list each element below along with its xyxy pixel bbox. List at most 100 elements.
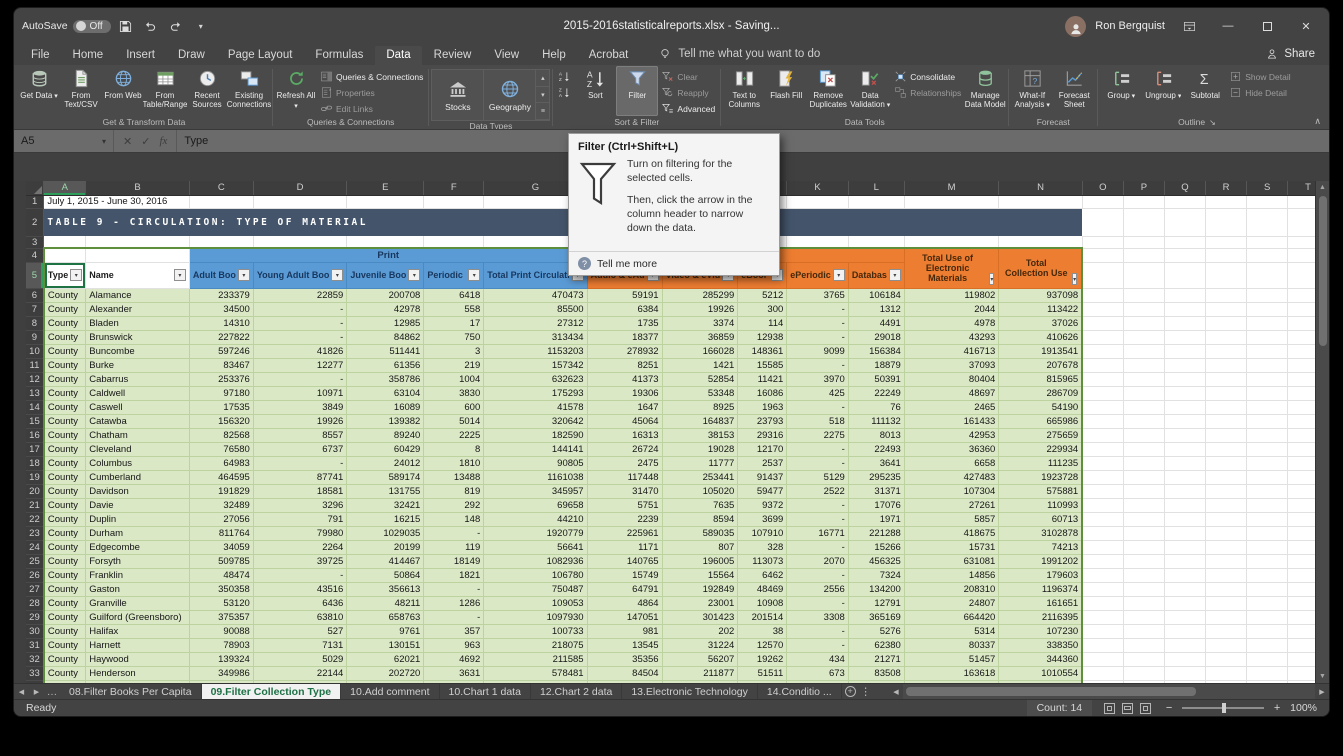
- view-page-layout-button[interactable]: [1122, 703, 1133, 714]
- cell[interactable]: [1082, 638, 1123, 652]
- cell[interactable]: 8594: [662, 512, 738, 526]
- cell[interactable]: 2465: [904, 400, 999, 414]
- cell[interactable]: 815965: [999, 372, 1082, 386]
- cell[interactable]: 1082936: [484, 554, 587, 568]
- header-eperiodic[interactable]: ePeriodic▾: [787, 262, 849, 288]
- cell[interactable]: [1247, 400, 1288, 414]
- cell[interactable]: 6658: [904, 456, 999, 470]
- cell[interactable]: 90805: [484, 456, 587, 470]
- cell[interactable]: [999, 195, 1082, 208]
- cell[interactable]: 5276: [848, 624, 904, 638]
- cell[interactable]: 36360: [904, 442, 999, 456]
- cell[interactable]: [1082, 666, 1123, 680]
- cell[interactable]: 7635: [662, 498, 738, 512]
- cell[interactable]: [1206, 680, 1247, 683]
- cell[interactable]: 37026: [999, 316, 1082, 330]
- cell[interactable]: 410626: [999, 330, 1082, 344]
- cell[interactable]: 3765: [787, 288, 849, 302]
- cell[interactable]: [1123, 568, 1164, 582]
- cell[interactable]: [1164, 262, 1205, 288]
- zoom-slider[interactable]: [1182, 707, 1264, 709]
- cell[interactable]: 1923728: [999, 470, 1082, 484]
- cell[interactable]: [44, 236, 86, 248]
- total-collection-header[interactable]: Total Collection Use▾: [999, 248, 1082, 288]
- cell[interactable]: 19926: [253, 414, 346, 428]
- cell[interactable]: [1082, 568, 1123, 582]
- get-data-button[interactable]: Get Data ▾: [18, 66, 60, 116]
- cell[interactable]: 981: [587, 624, 662, 638]
- scroll-up-icon[interactable]: ▲: [1316, 181, 1329, 194]
- name-box[interactable]: A5 ▾: [14, 130, 114, 152]
- cell[interactable]: 658763: [347, 610, 424, 624]
- cell[interactable]: 38: [738, 624, 787, 638]
- print-group-header[interactable]: Print: [189, 248, 587, 262]
- row-header-2[interactable]: 2: [26, 208, 44, 236]
- cell[interactable]: 91437: [738, 470, 787, 484]
- cell[interactable]: [253, 195, 346, 208]
- row-header-6[interactable]: 6: [26, 288, 44, 302]
- cell-type[interactable]: County: [44, 386, 86, 400]
- cell[interactable]: 22493: [848, 442, 904, 456]
- consolidate-button[interactable]: Consolidate: [891, 69, 964, 84]
- recent-sources-button[interactable]: Recent Sources: [186, 66, 228, 116]
- cell[interactable]: 4292: [848, 680, 904, 683]
- cell[interactable]: [1123, 638, 1164, 652]
- cell[interactable]: 211585: [484, 652, 587, 666]
- cell[interactable]: 253441: [662, 470, 738, 484]
- cell[interactable]: 32489: [189, 498, 253, 512]
- cell-type[interactable]: County: [44, 428, 86, 442]
- row-header-1[interactable]: 1: [26, 195, 44, 208]
- cell[interactable]: [1206, 288, 1247, 302]
- cell[interactable]: [1123, 582, 1164, 596]
- cell[interactable]: [1206, 344, 1247, 358]
- cell[interactable]: [1247, 372, 1288, 386]
- cell[interactable]: [1082, 582, 1123, 596]
- cell[interactable]: [1164, 386, 1205, 400]
- cell[interactable]: 1971: [848, 512, 904, 526]
- cell[interactable]: [1123, 624, 1164, 638]
- cell[interactable]: -: [787, 638, 849, 652]
- cell[interactable]: 2239: [587, 512, 662, 526]
- cell[interactable]: [1206, 262, 1247, 288]
- cell[interactable]: [1082, 512, 1123, 526]
- cell[interactable]: 1963: [738, 400, 787, 414]
- cell[interactable]: [1247, 540, 1288, 554]
- cell[interactable]: 16771: [787, 526, 849, 540]
- cell-name[interactable]: Haywood: [86, 652, 190, 666]
- cell-name[interactable]: Iredell: [86, 680, 190, 683]
- cell[interactable]: 10971: [253, 386, 346, 400]
- cell[interactable]: 16086: [738, 386, 787, 400]
- cell[interactable]: 211877: [662, 666, 738, 680]
- row-header-16[interactable]: 16: [26, 428, 44, 442]
- cell[interactable]: [1206, 512, 1247, 526]
- cell[interactable]: -: [424, 582, 484, 596]
- cell[interactable]: 18879: [848, 358, 904, 372]
- cell[interactable]: -: [787, 540, 849, 554]
- cell[interactable]: 2475: [587, 456, 662, 470]
- cell[interactable]: 354744: [484, 680, 587, 683]
- from-table-range-button[interactable]: From Table/Range: [144, 66, 186, 116]
- cell[interactable]: 43516: [253, 582, 346, 596]
- cell[interactable]: 12170: [738, 442, 787, 456]
- column-header-a[interactable]: A: [44, 181, 86, 195]
- cell[interactable]: 97180: [189, 386, 253, 400]
- cell[interactable]: [1082, 652, 1123, 666]
- cell-type[interactable]: County: [44, 344, 86, 358]
- cell[interactable]: 76580: [189, 442, 253, 456]
- sheet-tabs-more-button[interactable]: …: [44, 684, 60, 699]
- cell[interactable]: 110993: [999, 498, 1082, 512]
- cell[interactable]: 3102878: [999, 526, 1082, 540]
- cell[interactable]: 418675: [904, 526, 999, 540]
- cell[interactable]: 24807: [904, 596, 999, 610]
- cell[interactable]: 791: [253, 512, 346, 526]
- cell[interactable]: [1247, 442, 1288, 456]
- cell[interactable]: 63104: [347, 386, 424, 400]
- cell[interactable]: 6737: [253, 442, 346, 456]
- cell-name[interactable]: Brunswick: [86, 330, 190, 344]
- cell[interactable]: 3: [424, 344, 484, 358]
- cell[interactable]: [1164, 195, 1205, 208]
- cell[interactable]: 100733: [484, 624, 587, 638]
- cell[interactable]: 89240: [347, 428, 424, 442]
- cell[interactable]: [1247, 195, 1288, 208]
- cell[interactable]: 3830: [424, 386, 484, 400]
